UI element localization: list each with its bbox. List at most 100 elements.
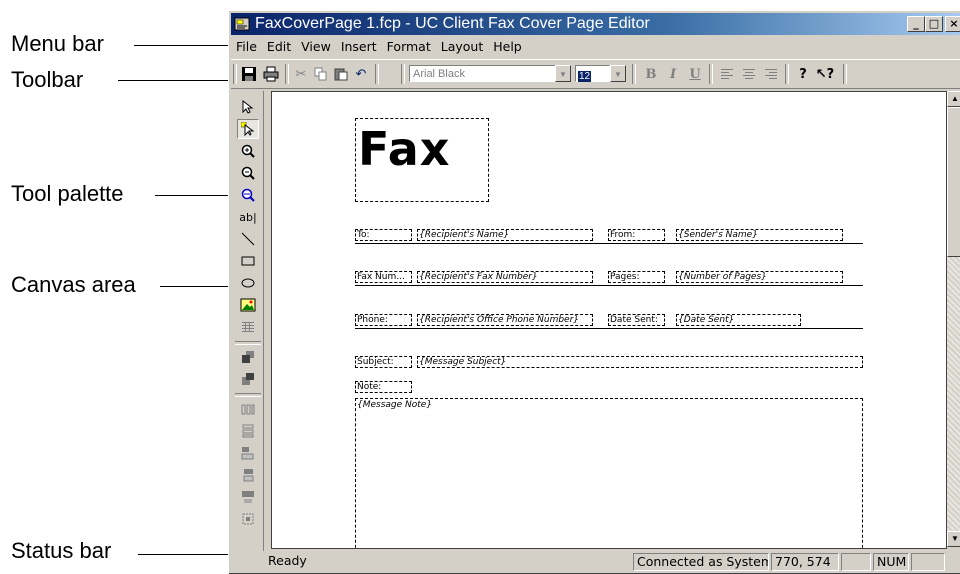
from-label: From: [610,230,636,240]
fax-label: Fax Num... [357,272,405,282]
underline-button[interactable]: U [685,64,705,84]
same-width-icon[interactable] [237,465,259,485]
align-objects-icon[interactable] [237,443,259,463]
same-size-icon[interactable] [237,509,259,529]
toolbar-grip[interactable] [233,64,237,84]
status-coordinates: 770, 574 [771,553,839,571]
phone-value: {Recipient's Office Phone Number} [419,315,580,325]
vertical-scrollbar[interactable]: ▲ ▼ [947,91,960,547]
toolbar-separator [709,64,713,84]
palette-separator [235,341,261,345]
title-bar[interactable]: FaxCoverPage 1.fcp - UC Client Fax Cover… [231,13,960,35]
scroll-up-icon[interactable]: ▲ [947,91,960,107]
menu-help[interactable]: Help [488,37,527,56]
callout-line-toolbar [118,80,230,81]
line-tool-icon[interactable] [237,229,259,249]
status-indicator-empty [911,553,945,571]
row-rule [355,285,863,286]
distribute-horizontal-icon[interactable] [237,399,259,419]
align-left-icon[interactable] [717,64,737,84]
send-to-back-icon[interactable] [237,369,259,389]
callout-line-tool-palette [155,195,230,196]
zoom-in-icon[interactable] [237,141,259,161]
align-center-icon[interactable] [739,64,759,84]
font-name-combo[interactable]: Arial Black [409,65,564,82]
status-bar: Ready Connected as System 770, 574 NUM [231,551,960,573]
font-size-combo[interactable]: 12 [575,65,610,82]
callout-status-bar: Status bar [11,538,112,563]
app-icon [234,17,250,31]
status-num-lock: NUM [873,553,909,571]
image-tool-icon[interactable] [237,295,259,315]
zoom-out-icon[interactable] [237,163,259,183]
bring-to-front-icon[interactable] [237,347,259,367]
resize-grip[interactable] [947,553,960,571]
callout-toolbar: Toolbar [11,67,84,92]
table-tool-icon[interactable] [237,317,259,337]
tool-palette: ab| [231,91,264,551]
toolbar-separator [401,64,405,84]
text-field-tool-icon[interactable]: ab| [237,207,259,227]
toolbar-separator [285,64,289,84]
row-rule [355,328,863,329]
menu-file[interactable]: File [231,37,262,56]
ellipse-tool-icon[interactable] [237,273,259,293]
status-indicator-empty [841,553,871,571]
palette-separator [235,393,261,397]
align-right-icon[interactable] [761,64,781,84]
cut-icon[interactable]: ✂ [291,64,311,84]
toolbar-separator [375,64,379,84]
to-value: {Recipient's Name} [419,230,510,240]
font-size-value: 12 [578,71,592,82]
callout-tool-palette: Tool palette [11,181,124,206]
menu-insert[interactable]: Insert [336,37,382,56]
minimize-button[interactable]: _ [907,16,925,32]
status-message: Ready [268,553,307,568]
subject-value: {Message Subject} [419,357,507,367]
scroll-thumb[interactable] [947,107,960,257]
toolbar: ✂ ↶ Arial Black ▼ 12 ▼ B I U ? ↖? [231,59,960,89]
menu-format[interactable]: Format [382,37,436,56]
copy-icon[interactable] [311,64,331,84]
bold-button[interactable]: B [641,64,661,84]
fax-title: Fax [358,122,451,176]
canvas-area[interactable]: Fax To: {Recipient's Name} From: {Sender… [271,91,947,549]
pages-label: Pages: [610,272,640,282]
menu-layout[interactable]: Layout [436,37,489,56]
undo-icon[interactable]: ↶ [351,64,371,84]
note-value-box[interactable] [355,398,863,548]
same-height-icon[interactable] [237,487,259,507]
callout-line-status-bar [138,554,230,555]
context-help-icon[interactable]: ↖? [815,64,835,84]
callout-line-menu-bar [134,45,234,46]
fax-value: {Recipient's Fax Number} [419,272,538,282]
date-label: Date Sent: [610,315,658,325]
close-button[interactable]: × [945,16,960,32]
window-title: FaxCoverPage 1.fcp - UC Client Fax Cover… [255,15,650,32]
maximize-button[interactable]: □ [925,16,943,32]
menu-view[interactable]: View [296,37,336,56]
print-icon[interactable] [261,64,281,84]
scroll-down-icon[interactable]: ▼ [947,531,960,547]
rectangle-tool-icon[interactable] [237,251,259,271]
note-value: {Message Note} [357,400,433,410]
toolbar-separator [632,64,636,84]
pointer-tool-icon[interactable] [237,97,259,117]
menu-edit[interactable]: Edit [262,37,296,56]
font-size-dropdown-icon[interactable]: ▼ [610,65,626,82]
distribute-vertical-icon[interactable] [237,421,259,441]
menu-bar: File Edit View Insert Format Layout Help [231,37,960,57]
note-label: Note: [357,382,382,392]
font-name-dropdown-icon[interactable]: ▼ [555,65,571,82]
italic-button[interactable]: I [663,64,683,84]
pages-value: {Number of Pages} [678,272,767,282]
zoom-fit-icon[interactable] [237,185,259,205]
to-label: To: [357,230,370,240]
paste-icon[interactable] [331,64,351,84]
object-select-tool-icon[interactable] [237,119,259,139]
editor-window: FaxCoverPage 1.fcp - UC Client Fax Cover… [228,10,960,574]
status-connection: Connected as System [633,553,769,571]
help-icon[interactable]: ? [793,64,813,84]
save-icon[interactable] [239,64,259,84]
phone-label: Phone: [357,315,388,325]
